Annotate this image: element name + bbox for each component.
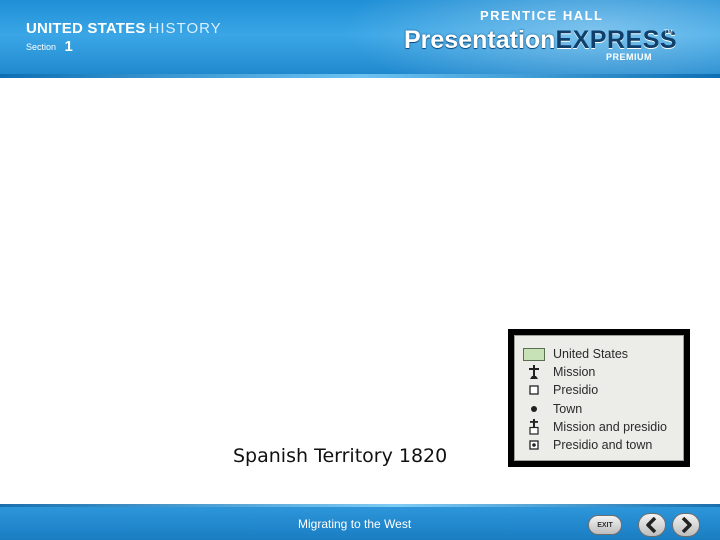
slide-caption: Spanish Territory 1820 <box>233 445 448 467</box>
product-logo: PresentationEXPRESS <box>404 26 677 55</box>
brand-primary: UNITED STATES <box>26 20 146 37</box>
legend-item: Presidio and town <box>523 436 683 454</box>
legend-label: Presidio <box>553 383 599 398</box>
map-legend: United States Mission Presidio Town Miss… <box>508 329 690 467</box>
product-express: EXPRESS <box>555 26 678 54</box>
chapter-title: Migrating to the West <box>298 517 412 531</box>
header-bar: UNITED STATES HISTORY Section 1 PRENTICE … <box>0 0 720 78</box>
mission-presidio-icon <box>523 418 545 435</box>
legend-label: Mission and presidio <box>553 419 667 434</box>
legend-label: United States <box>553 347 629 362</box>
chevron-left-icon <box>646 517 657 533</box>
presidio-square-icon <box>523 383 545 397</box>
footer-divider <box>0 504 720 507</box>
footer-bar: Migrating to the West EXIT <box>0 504 720 540</box>
previous-slide-button[interactable] <box>638 513 666 537</box>
brand-logo: UNITED STATES HISTORY <box>26 20 222 37</box>
town-dot-icon <box>523 402 545 416</box>
green-swatch-icon <box>523 347 545 361</box>
next-slide-button[interactable] <box>672 513 700 537</box>
section-label: Section <box>26 41 57 52</box>
legend-label: Mission <box>553 365 596 380</box>
header-divider <box>0 74 720 78</box>
exit-button[interactable]: EXIT <box>588 515 622 535</box>
publisher-logo: PRENTICE HALL <box>480 8 604 23</box>
legend-label: Presidio and town <box>553 438 653 453</box>
presidio-town-icon <box>523 438 545 452</box>
legend-item: United States <box>523 345 683 363</box>
exit-button-label: EXIT <box>597 521 613 529</box>
legend-item: Mission <box>523 363 683 381</box>
brand-secondary: HISTORY <box>148 20 222 37</box>
product-main: Presentation <box>404 26 556 54</box>
section-number: 1 <box>64 38 73 56</box>
map-legend-panel: United States Mission Presidio Town Miss… <box>514 335 684 461</box>
legend-item: Presidio <box>523 381 683 399</box>
legend-item: Mission and presidio <box>523 418 683 436</box>
mission-cross-icon <box>523 365 545 380</box>
legend-label: Town <box>553 401 583 416</box>
trademark-mark: TM <box>664 30 673 36</box>
legend-item: Town <box>523 400 683 418</box>
product-tier: PREMIUM <box>606 52 652 62</box>
section-indicator: Section 1 <box>26 38 73 56</box>
chevron-right-icon <box>681 517 692 533</box>
